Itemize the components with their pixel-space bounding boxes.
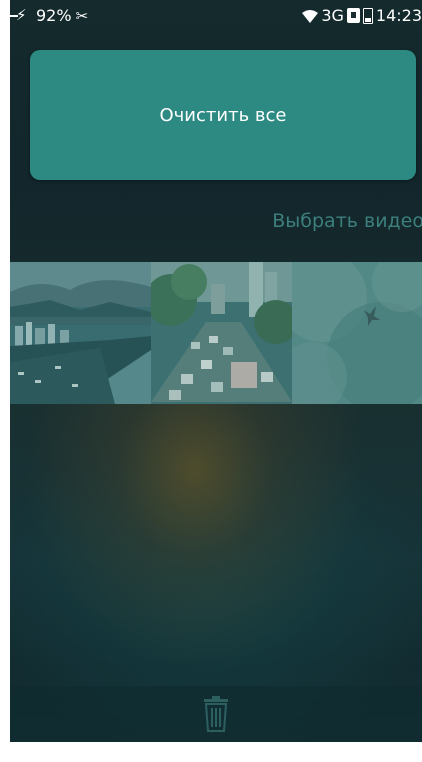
app-screen: 92% ✂ 3G 14:23 Очистить все Выбрать виде… — [10, 0, 422, 742]
bottom-bar — [10, 686, 422, 742]
charging-icon — [10, 6, 32, 24]
status-bar: 92% ✂ 3G 14:23 — [10, 0, 422, 30]
trash-icon[interactable] — [201, 694, 231, 734]
traffic-street-thumbnail[interactable] — [151, 262, 292, 404]
select-video-link[interactable]: Выбрать видео — [272, 210, 422, 232]
clear-all-label: Очистить все — [159, 104, 287, 126]
network-type: 3G — [321, 6, 344, 25]
sim-icon — [346, 8, 360, 23]
foggy-bird-thumbnail[interactable] — [292, 262, 422, 404]
battery-percent: 92% — [36, 6, 72, 25]
tools-icon: ✂ — [75, 6, 89, 25]
clock: 14:23 — [375, 6, 422, 25]
wifi-icon — [302, 9, 319, 23]
status-left: 92% ✂ — [10, 6, 88, 25]
status-right: 3G 14:23 — [302, 6, 422, 25]
coastal-city-thumbnail[interactable] — [10, 262, 151, 404]
clear-all-button[interactable]: Очистить все — [30, 50, 416, 180]
video-thumbnails — [10, 262, 422, 404]
battery-icon — [362, 7, 373, 24]
